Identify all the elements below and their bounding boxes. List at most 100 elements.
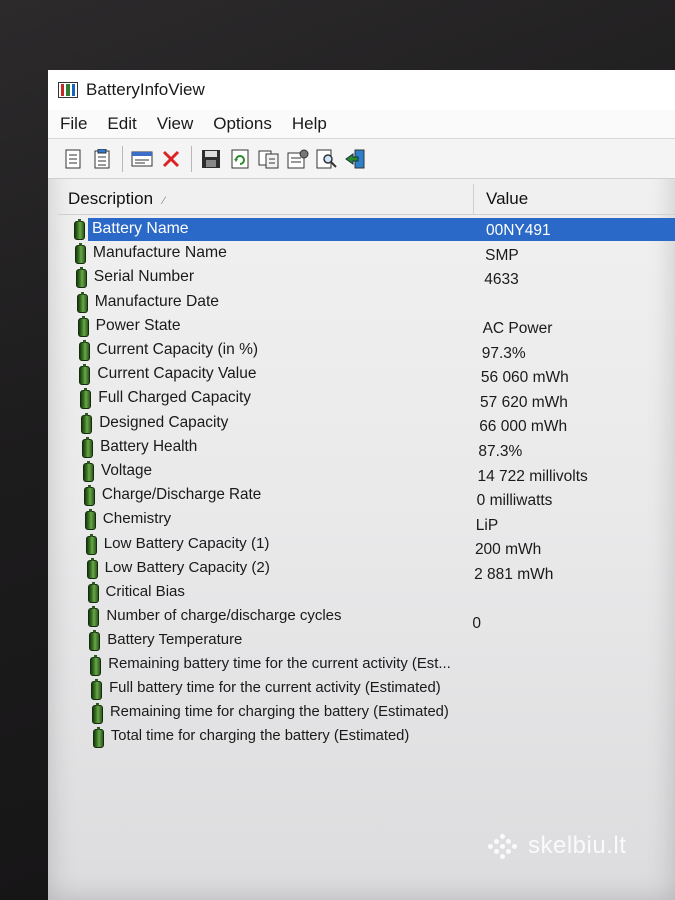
row-description: Current Capacity (in %) (96, 341, 259, 358)
row-description: Low Battery Capacity (1) (103, 534, 270, 552)
save-icon (202, 149, 220, 168)
battery-icon (75, 267, 87, 289)
row-value: 4633 (484, 271, 519, 289)
battery-icon (74, 219, 85, 240)
toolbar (48, 139, 675, 179)
battery-icon (91, 678, 103, 700)
watermark-logo-icon (486, 834, 520, 859)
row-description: Current Capacity Value (97, 365, 257, 383)
battery-icon (76, 291, 88, 313)
row-value: 0 (472, 614, 482, 632)
exit-button[interactable] (345, 148, 367, 170)
row-description: Charge/Discharge Rate (101, 486, 262, 504)
column-header-value[interactable]: Value (486, 189, 528, 209)
row-value: 0 milliwatts (476, 492, 553, 510)
menu-view[interactable]: View (147, 114, 204, 134)
save-button[interactable] (200, 148, 222, 170)
battery-icon (77, 315, 89, 337)
row-value: 87.3% (478, 442, 523, 460)
battery-icon (88, 606, 100, 628)
menu-bar: File Edit View Options Help (48, 110, 675, 139)
list-header: Description ⁄ Value (58, 184, 675, 215)
row-description: Chemistry (102, 510, 172, 528)
row-description: Low Battery Capacity (2) (104, 558, 270, 576)
battery-icon (81, 412, 93, 434)
row-description: Designed Capacity (99, 413, 229, 431)
battery-icon (79, 364, 91, 386)
row-description: Number of charge/discharge cycles (106, 607, 342, 625)
properties-button[interactable] (131, 148, 153, 170)
row-description: Total time for charging the battery (Est… (110, 728, 410, 745)
menu-file[interactable]: File (48, 114, 97, 134)
row-description: Manufacture Date (94, 292, 220, 310)
battery-icon (85, 533, 97, 555)
row-value: 66 000 mWh (479, 418, 568, 436)
battery-icon (87, 582, 99, 603)
row-description: Remaining time for charging the battery … (110, 704, 449, 720)
row-description: Remaining battery time for the current a… (108, 655, 451, 672)
exit-icon (345, 149, 365, 168)
report-button[interactable] (91, 148, 113, 170)
column-header-description-label: Description (68, 189, 154, 208)
battery-icon (83, 461, 94, 482)
html-report-icon (65, 149, 81, 168)
battery-icon (80, 388, 92, 410)
toolbar-separator (122, 145, 123, 172)
app-icon (58, 82, 78, 98)
menu-options[interactable]: Options (203, 114, 282, 134)
title-bar: BatteryInfoView (48, 70, 675, 110)
battery-icon (83, 485, 95, 507)
row-description: Full battery time for the current activi… (109, 679, 441, 696)
row-value: 00NY491 (486, 222, 551, 239)
window-title: BatteryInfoView (86, 80, 205, 99)
watermark-text: skelbiu.lt (528, 832, 627, 859)
battery-icon (86, 557, 98, 579)
row-description: Critical Bias (105, 583, 185, 600)
menu-edit[interactable]: Edit (97, 114, 146, 134)
battery-icon (74, 243, 86, 265)
battery-icon (92, 703, 103, 724)
options-icon (287, 149, 309, 168)
row-value: 97.3% (481, 344, 526, 362)
row-value: 2 881 mWh (474, 565, 554, 583)
row-description: Voltage (101, 462, 153, 479)
menu-help[interactable]: Help (282, 114, 337, 134)
watermark: skelbiu.lt (486, 832, 626, 860)
row-value: 14 722 millivolts (477, 467, 588, 485)
row-description: Battery Temperature (107, 631, 243, 649)
toolbar-separator (191, 145, 192, 172)
row-value: AC Power (482, 320, 553, 338)
properties-icon (131, 151, 153, 166)
find-button[interactable] (316, 148, 338, 170)
delete-icon (162, 150, 180, 167)
battery-icon (84, 509, 96, 531)
row-description: Power State (95, 316, 181, 334)
report-icon (94, 148, 110, 168)
row-description: Battery Health (100, 437, 198, 455)
row-description: Full Charged Capacity (98, 389, 252, 407)
find-icon (316, 149, 337, 168)
battery-icon (82, 436, 94, 458)
html-report-button[interactable] (62, 148, 84, 170)
battery-icon (89, 630, 101, 652)
row-value: 56 060 mWh (480, 369, 569, 387)
row-value: 200 mWh (474, 541, 542, 559)
copy-icon (258, 150, 279, 168)
delete-button[interactable] (160, 148, 182, 170)
battery-icon (90, 654, 102, 676)
options-button[interactable] (287, 148, 309, 170)
copy-button[interactable] (258, 148, 280, 170)
battery-icon (78, 340, 90, 361)
row-value: SMP (485, 246, 519, 264)
row-value: 57 620 mWh (480, 393, 568, 411)
sort-arrow-icon: ⁄ (163, 195, 165, 207)
row-description: Serial Number (93, 268, 195, 286)
battery-icon (92, 727, 104, 749)
column-header-description[interactable]: Description ⁄ (68, 189, 165, 209)
column-separator[interactable] (473, 184, 474, 214)
row-description: Battery Name (92, 220, 189, 237)
row-value: LiP (475, 516, 499, 534)
refresh-icon (231, 149, 249, 168)
refresh-button[interactable] (229, 148, 251, 170)
row-description: Manufacture Name (92, 244, 227, 262)
